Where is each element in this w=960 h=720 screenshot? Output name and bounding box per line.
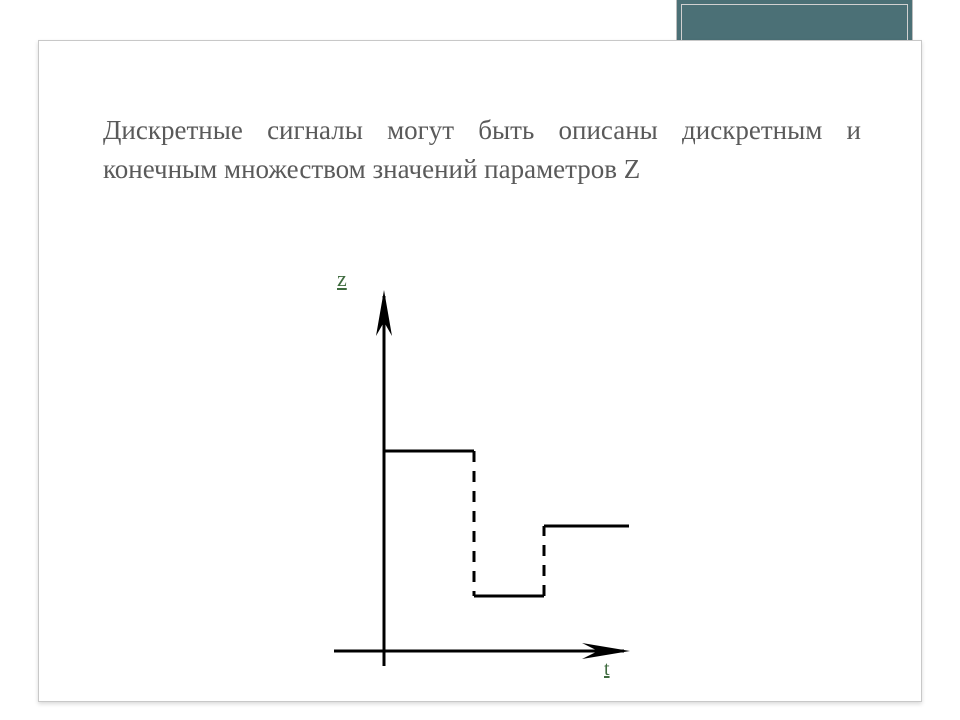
step-signal — [384, 451, 629, 596]
y-axis-label: z — [337, 266, 347, 292]
slide-paragraph: Дискретные сигналы могут быть описаны ди… — [103, 111, 861, 189]
chart-svg — [274, 266, 634, 686]
discrete-signal-chart: z t — [274, 266, 634, 686]
x-axis-label: t — [604, 658, 610, 681]
slide-card: Дискретные сигналы могут быть описаны ди… — [38, 40, 922, 702]
